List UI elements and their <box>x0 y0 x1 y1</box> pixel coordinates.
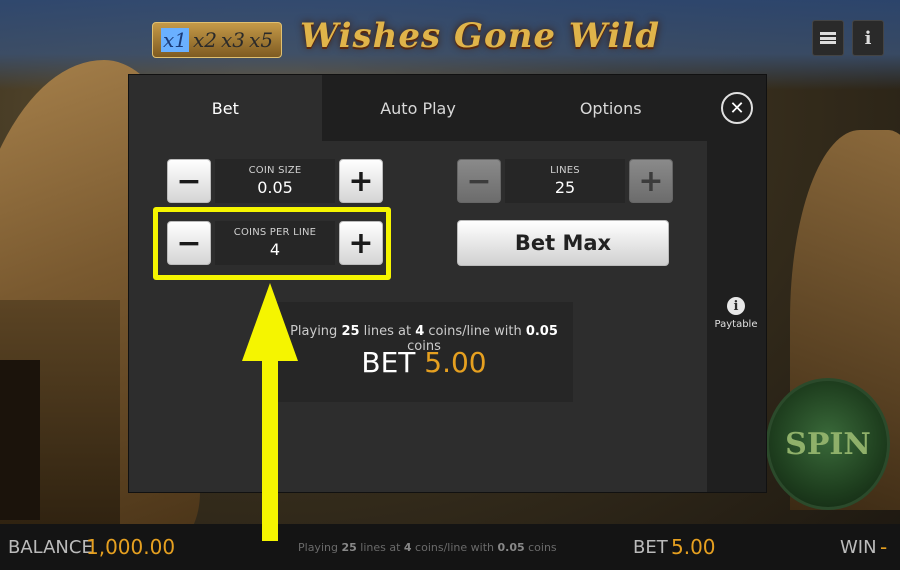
game-logo: Wishes Gone Wild <box>300 16 661 56</box>
tab-auto-play[interactable]: Auto Play <box>321 75 515 141</box>
playing-summary: Playing 25 lines at 4 coins/line with 0.… <box>298 540 557 554</box>
spin-label: SPIN <box>785 426 871 462</box>
tab-bar: Bet Auto Play Options <box>129 75 708 141</box>
lines-stepper: − LINES 25 + <box>457 159 673 203</box>
balance-label: BALANCE <box>8 536 93 558</box>
win-label: WIN <box>840 536 877 558</box>
lines-value: 25 <box>554 178 576 197</box>
info-circle-icon: i <box>727 297 745 315</box>
coin-size-label: COIN SIZE <box>248 165 302 176</box>
win-value: - <box>880 535 888 559</box>
paytable-label: Paytable <box>714 319 758 330</box>
multiplier-x3: x3 <box>221 28 246 52</box>
bet-settings-modal: Bet Auto Play Options ✕ <box>129 75 766 492</box>
coin-size-stepper: − COIN SIZE 0.05 + <box>167 159 383 203</box>
bet-total: BET 5.00 <box>275 346 573 379</box>
menu-button[interactable] <box>812 20 844 56</box>
bet-label: BET <box>633 536 668 558</box>
tab-options[interactable]: Options <box>514 75 708 141</box>
multiplier-bar: x1 x2 x3 x5 <box>152 22 283 58</box>
coin-size-display: COIN SIZE 0.05 <box>215 159 335 203</box>
temple-door <box>0 360 40 520</box>
lines-increase-button[interactable]: + <box>629 159 673 203</box>
info-button[interactable]: i <box>852 20 884 56</box>
bet-max-button[interactable]: Bet Max <box>457 220 669 266</box>
multiplier-x2: x2 <box>193 28 218 52</box>
tab-bet[interactable]: Bet <box>129 75 322 141</box>
bet-value: 5.00 <box>671 535 716 559</box>
close-icon: ✕ <box>729 97 745 119</box>
multiplier-x1: x1 <box>161 28 190 52</box>
annotation-arrow <box>242 283 298 541</box>
lines-decrease-button[interactable]: − <box>457 159 501 203</box>
paytable-button[interactable]: i Paytable <box>712 297 760 330</box>
bet-total-value: 5.00 <box>424 346 487 379</box>
spin-button[interactable]: SPIN <box>766 378 890 510</box>
coin-size-increase-button[interactable]: + <box>339 159 383 203</box>
bet-summary: Playing 25 lines at 4 coins/line with 0.… <box>275 302 573 402</box>
balance-value: 1,000.00 <box>86 535 176 559</box>
multiplier-x5: x5 <box>249 28 274 52</box>
info-icon: i <box>864 27 872 49</box>
bet-total-label: BET <box>361 346 425 379</box>
hamburger-icon <box>820 32 836 44</box>
lines-label: LINES <box>550 165 580 176</box>
close-button[interactable]: ✕ <box>721 92 753 124</box>
lines-display: LINES 25 <box>505 159 625 203</box>
status-bar: BALANCE 1,000.00 Playing 25 lines at 4 c… <box>0 524 900 570</box>
coin-size-value: 0.05 <box>257 178 293 197</box>
coin-size-decrease-button[interactable]: − <box>167 159 211 203</box>
coins-per-line-highlight <box>153 207 391 280</box>
